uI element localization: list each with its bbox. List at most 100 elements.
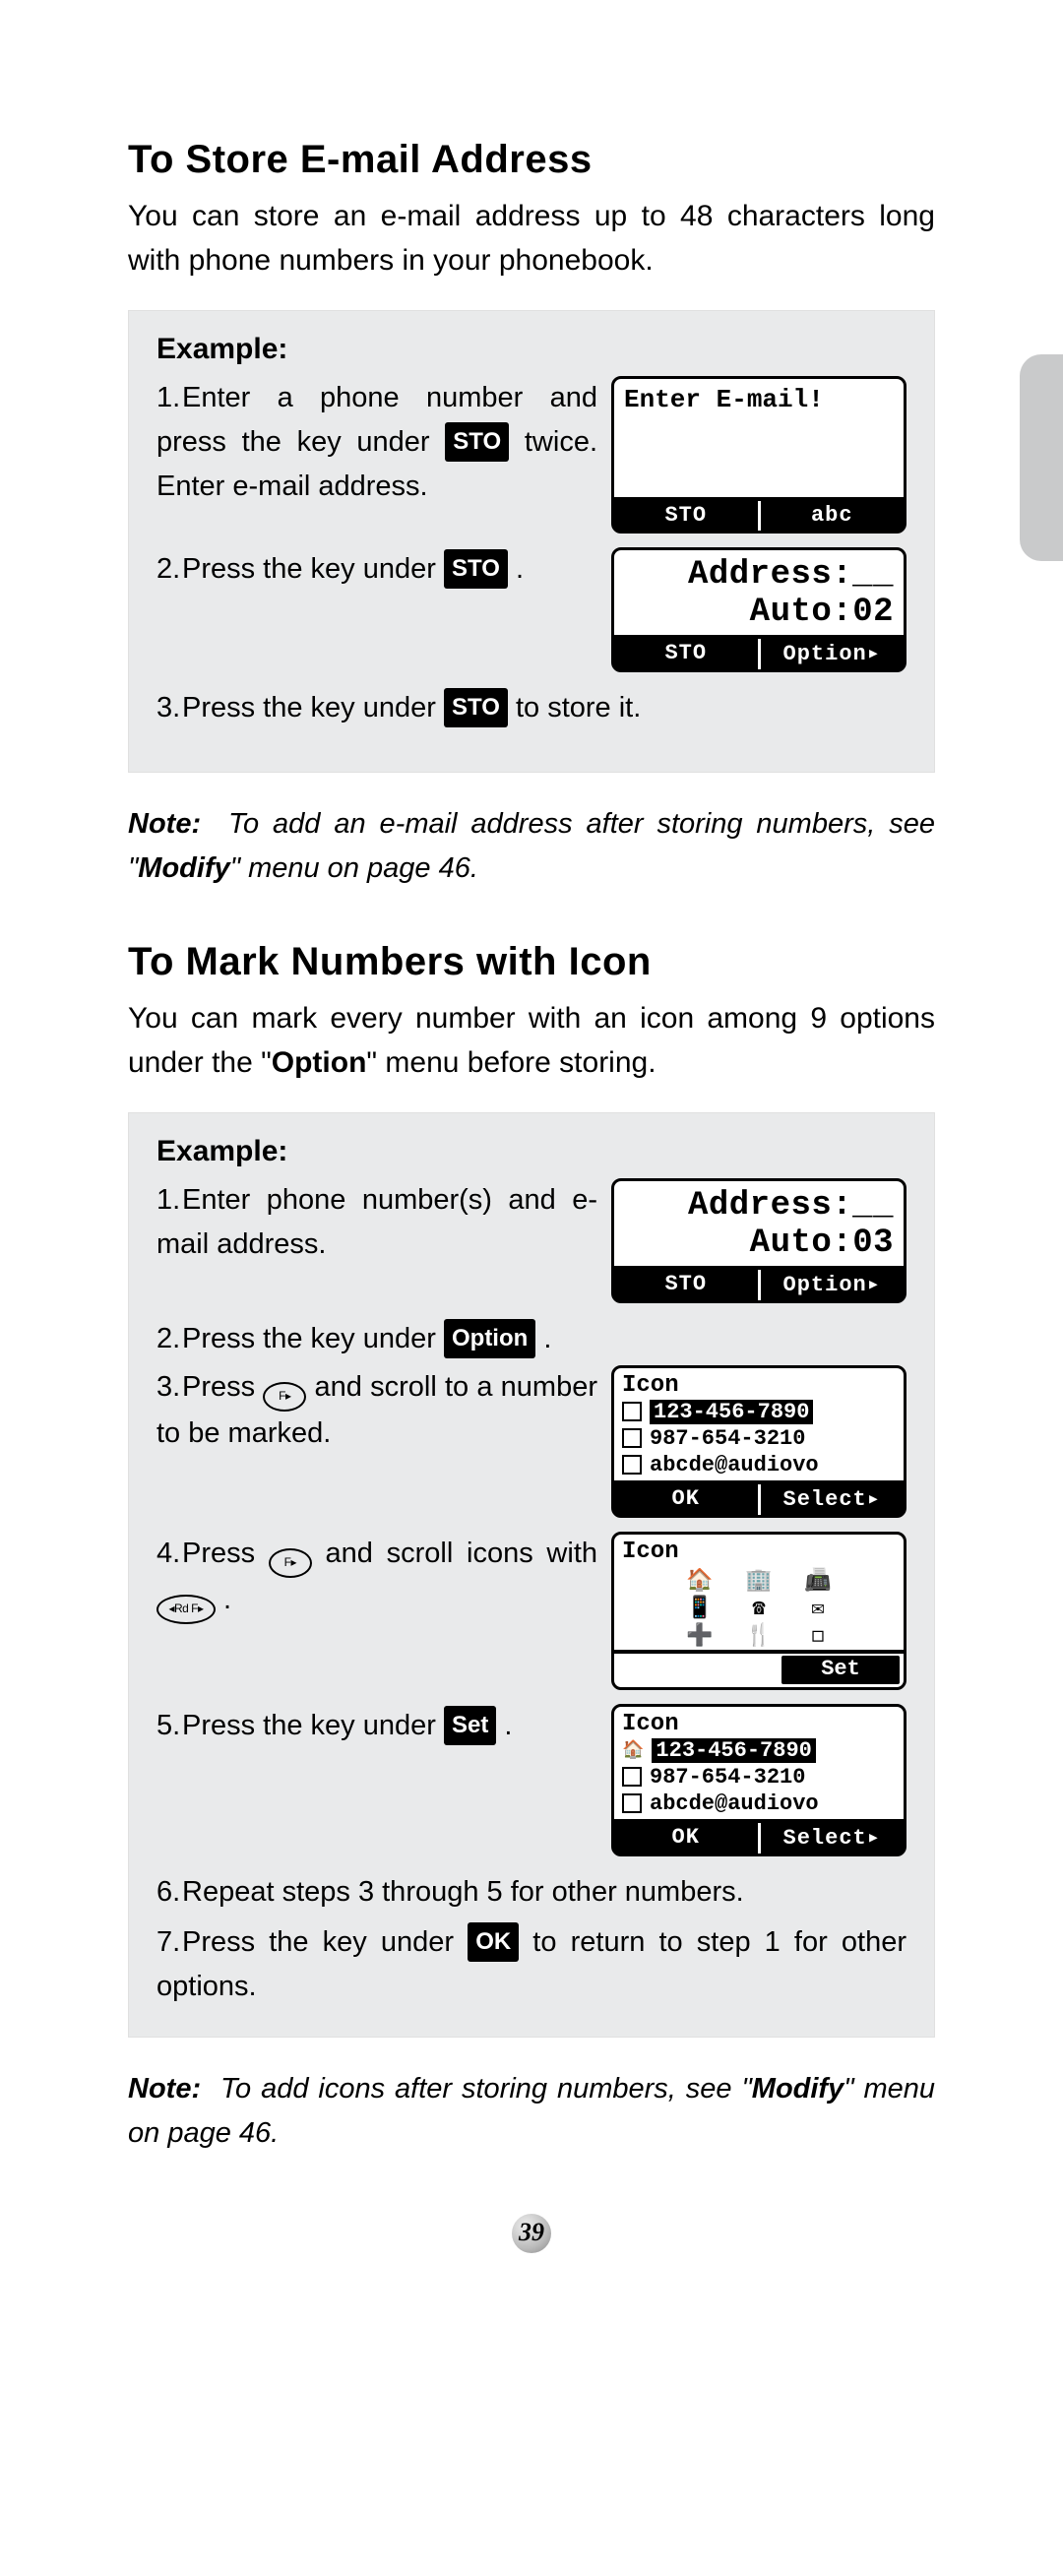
phone-icon: ☎ (739, 1599, 779, 1620)
softkey-left: STO (614, 1270, 761, 1300)
rd-f-key-icon: ◂Rd F▸ (156, 1595, 216, 1624)
intro-text: You can mark every number with an icon a… (128, 996, 935, 1085)
softkey-left: STO (614, 501, 761, 531)
example-label: Example: (156, 1135, 907, 1168)
example-step: 4.Press F▸ and scroll icons with ◂Rd F▸ … (156, 1532, 907, 1690)
step-number: 1. (156, 376, 182, 420)
checkbox-icon (622, 1428, 642, 1448)
checkbox-icon (622, 1793, 642, 1813)
screen-line: Auto:03 (624, 1225, 894, 1262)
list-item: 987-654-3210 (622, 1764, 896, 1791)
step-number: 3. (156, 1365, 182, 1410)
step-number: 5. (156, 1704, 182, 1748)
step-text: 2.Press the key under STO . (156, 547, 597, 592)
example-step: 1.Enter a phone number and press the key… (156, 376, 907, 534)
section-title-store-email: To Store E-mail Address (128, 138, 935, 182)
home-icon: 🏠 (680, 1571, 719, 1593)
screen-line: Auto:02 (624, 594, 894, 631)
example-step: 6.Repeat steps 3 through 5 for other num… (156, 1870, 907, 1915)
step-number: 1. (156, 1178, 182, 1223)
step-number: 6. (156, 1870, 182, 1915)
note-text: Note: To add an e-mail address after sto… (128, 802, 935, 891)
step-number: 7. (156, 1920, 182, 1965)
example-box-2: Example: 1.Enter phone number(s) and e-m… (128, 1112, 935, 2038)
softkey-right: Select▸ (761, 1484, 905, 1515)
home-icon: 🏠 (622, 1739, 644, 1761)
note-text: Note: To add icons after storing numbers… (128, 2067, 935, 2156)
step-text: 1.Enter phone number(s) and e-mail addre… (156, 1178, 597, 1267)
screen-title: Icon (622, 1711, 896, 1737)
softkey-right: Set (782, 1656, 900, 1684)
example-step: 1.Enter phone number(s) and e-mail addre… (156, 1178, 907, 1303)
building-icon: 🏢 (739, 1571, 779, 1593)
example-step: 3.Press F▸ and scroll to a number to be … (156, 1365, 907, 1518)
sto-key-label: STO (444, 688, 508, 727)
softkey-right: Select▸ (761, 1823, 905, 1853)
manual-page: To Store E-mail Address You can store an… (0, 0, 1063, 2312)
set-key-label: Set (444, 1706, 496, 1745)
example-step: 5.Press the key under Set . Icon 🏠123-45… (156, 1704, 907, 1856)
step-text: 1.Enter a phone number and press the key… (156, 376, 597, 509)
sto-key-label: STO (444, 549, 508, 589)
step-text: 5.Press the key under Set . (156, 1704, 597, 1748)
sto-key-label: STO (445, 422, 509, 462)
phone-screen-icon-grid: Icon 🏠 🏢 📠 📱 ☎ ✉ ➕ 🍴 ◻ Set (611, 1532, 907, 1690)
screen-title: Icon (622, 1539, 896, 1565)
example-step: 2.Press the key under Option . (156, 1317, 907, 1361)
example-step: 7.Press the key under OK to return to st… (156, 1920, 907, 2009)
screen-line: Address:__ (624, 556, 894, 594)
softkey-left: OK (614, 1484, 761, 1515)
example-label: Example: (156, 333, 907, 366)
page-number: 39 (128, 2214, 935, 2253)
screen-line: Address:__ (624, 1187, 894, 1225)
note-label: Note: (128, 2073, 201, 2105)
step-number: 4. (156, 1532, 182, 1576)
phone-screen-address: Address:__ Auto:02 STO Option▸ (611, 547, 907, 672)
example-step: 3.Press the key under STO to store it. (156, 686, 907, 730)
step-text: 2.Press the key under Option . (156, 1317, 907, 1361)
checkbox-icon (622, 1455, 642, 1475)
step-number: 3. (156, 686, 182, 730)
softkey-right: Option▸ (761, 1270, 905, 1300)
option-key-label: Option (444, 1319, 535, 1358)
ok-key-label: OK (468, 1922, 519, 1962)
phone-screen-icon-set: Icon 🏠123-456-7890 987-654-3210 abcde@au… (611, 1704, 907, 1856)
step-number: 2. (156, 547, 182, 592)
mail-icon: ✉ (798, 1599, 838, 1620)
phone-screen-enter-email: Enter E-mail! STO abc (611, 376, 907, 534)
thumb-tab (1020, 354, 1063, 561)
step-number: 2. (156, 1317, 182, 1361)
fork-icon: 🍴 (739, 1626, 779, 1648)
example-box-1: Example: 1.Enter a phone number and pres… (128, 310, 935, 773)
fax-icon: 📠 (798, 1571, 838, 1593)
step-text: 4.Press F▸ and scroll icons with ◂Rd F▸ … (156, 1532, 597, 1624)
list-item: abcde@audiovo (622, 1452, 896, 1478)
list-item: abcde@audiovo (622, 1791, 896, 1817)
checkbox-icon (622, 1767, 642, 1787)
square-icon: ◻ (798, 1626, 838, 1648)
list-item: 🏠123-456-7890 (622, 1737, 896, 1764)
step-text: 3.Press F▸ and scroll to a number to be … (156, 1365, 597, 1456)
softkey-left: OK (614, 1823, 761, 1853)
mobile-icon: 📱 (680, 1599, 719, 1620)
list-item: 987-654-3210 (622, 1425, 896, 1452)
example-step: 2.Press the key under STO . Address:__ A… (156, 547, 907, 672)
phone-screen-icon-list: Icon 123-456-7890 987-654-3210 abcde@aud… (611, 1365, 907, 1518)
checkbox-icon (622, 1402, 642, 1421)
f-key-icon: F▸ (263, 1382, 306, 1412)
softkey-right: Option▸ (761, 639, 905, 669)
f-key-icon: F▸ (269, 1548, 312, 1578)
icon-grid: 🏠 🏢 📠 📱 ☎ ✉ ➕ 🍴 ◻ (622, 1565, 896, 1650)
list-item: 123-456-7890 (622, 1399, 896, 1425)
plus-icon: ➕ (680, 1626, 719, 1648)
step-text: 7.Press the key under OK to return to st… (156, 1920, 907, 2009)
screen-line: Enter E-mail! (624, 385, 894, 414)
softkey-right: abc (761, 501, 905, 531)
intro-text: You can store an e-mail address up to 48… (128, 194, 935, 283)
step-text: 6.Repeat steps 3 through 5 for other num… (156, 1870, 907, 1915)
step-text: 3.Press the key under STO to store it. (156, 686, 907, 730)
phone-screen-address: Address:__ Auto:03 STO Option▸ (611, 1178, 907, 1303)
screen-title: Icon (622, 1372, 896, 1399)
softkey-left: STO (614, 639, 761, 669)
section-title-mark-icon: To Mark Numbers with Icon (128, 940, 935, 984)
